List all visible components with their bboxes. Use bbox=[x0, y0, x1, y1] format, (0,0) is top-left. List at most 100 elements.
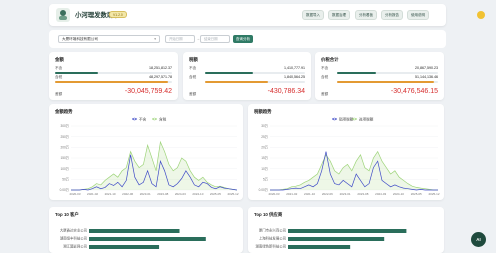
y-tick-label: 30万 bbox=[261, 124, 268, 128]
summary-row-label: 不含 bbox=[321, 66, 329, 70]
nav-user-guide[interactable]: 使用说明 bbox=[407, 10, 429, 20]
app-logo-icon bbox=[56, 8, 70, 22]
net-label: 差额 bbox=[55, 92, 63, 96]
bar[interactable] bbox=[288, 229, 407, 233]
legend-marker bbox=[353, 117, 356, 121]
x-tick-label: 2024-03 bbox=[175, 192, 186, 196]
summary-card-title: 价税合计 bbox=[321, 57, 339, 62]
x-tick-label: 2025-12 bbox=[227, 192, 238, 196]
y-tick-label: 5万 bbox=[263, 178, 268, 182]
summary-card-title: 金额 bbox=[55, 57, 64, 62]
net-label: 差额 bbox=[189, 92, 197, 96]
x-tick-label: 2024-10 bbox=[393, 192, 404, 196]
y-tick-label: 50万 bbox=[62, 178, 69, 182]
x-tick-label: 2021-02 bbox=[286, 192, 297, 196]
progress-track bbox=[337, 81, 438, 83]
summary-card-title: 税额 bbox=[189, 57, 198, 62]
bar-label: 湖南绿色新科技公司 bbox=[255, 244, 286, 249]
progress-fill bbox=[205, 72, 253, 74]
x-tick-label: 2023-08 bbox=[157, 192, 168, 196]
legend-marker bbox=[133, 117, 136, 121]
nav-analysis-board[interactable]: 分析看板 bbox=[355, 10, 377, 20]
x-tick-label: 2023-01 bbox=[340, 192, 351, 196]
chart-legend[interactable]: 不含 含税 bbox=[132, 116, 167, 121]
company-select[interactable]: 大厦环境科技有限公司 ▾ bbox=[58, 35, 160, 43]
chevron-down-icon: ▾ bbox=[154, 37, 156, 41]
bar[interactable] bbox=[288, 245, 351, 249]
x-tick-label: 2023-01 bbox=[140, 192, 151, 196]
bar[interactable] bbox=[89, 229, 180, 233]
tax-trend-chart: 销项税额 进项税额 0.00万 5万 10万 15万 20万 25万 30万 2020-03 202… bbox=[259, 116, 440, 196]
progress-fill bbox=[337, 72, 377, 74]
x-tick-label: 2021-10 bbox=[304, 192, 315, 196]
progress-track bbox=[55, 81, 172, 83]
bar-label: 湖南恒丰科技公司 bbox=[60, 236, 87, 241]
bar[interactable] bbox=[89, 237, 206, 241]
x-tick-label: 2025-05 bbox=[210, 192, 221, 196]
summary-card-amount: 金额 不含 18,251,812.37 含税 48,297,571.78 差额 … bbox=[49, 52, 178, 100]
x-tick-label: 2021-02 bbox=[87, 192, 98, 196]
summary-row-value: 48,297,571.78 bbox=[149, 75, 172, 79]
x-tick-label: 2023-08 bbox=[357, 192, 368, 196]
summary-row-label: 含税 bbox=[55, 75, 63, 79]
filter-bar: 大厦环境科技有限公司 ▾ 开始日期 → 结束日期 查询分析 bbox=[49, 30, 446, 48]
progress-fill bbox=[337, 81, 434, 83]
summary-row-value: 51,144,136.46 bbox=[415, 75, 438, 79]
y-tick-label: 200万 bbox=[60, 146, 69, 150]
summary-row-value: 1,410,777.91 bbox=[284, 66, 305, 70]
amount-trend-chart: 不含 含税 0.00万 50万 100万 150万 200万 250万 300万 2020-03 2… bbox=[60, 116, 239, 196]
settings-icon[interactable] bbox=[477, 11, 485, 19]
x-tick-label: 2020-03 bbox=[268, 192, 279, 196]
y-tick-label: 100万 bbox=[60, 167, 69, 171]
bar-label: 上海科技发展公司 bbox=[259, 236, 286, 241]
bar[interactable] bbox=[288, 237, 385, 241]
y-tick-label: 25万 bbox=[261, 135, 268, 139]
query-button[interactable]: 查询分析 bbox=[233, 35, 253, 43]
bar[interactable] bbox=[89, 245, 160, 249]
top-suppliers-card: Top 10 供应商 厦门市永兴商公司 上海科技发展公司 湖南绿色新科技公司 bbox=[248, 207, 444, 253]
series-line-green-area bbox=[71, 142, 237, 190]
top-suppliers-chart: 厦门市永兴商公司上海科技发展公司湖南绿色新科技公司 bbox=[255, 228, 407, 249]
nav-data-import[interactable]: 数据导入 bbox=[302, 10, 324, 20]
legend-label: 不含 bbox=[139, 116, 147, 121]
legend-marker bbox=[153, 117, 156, 121]
net-label: 差额 bbox=[321, 92, 329, 96]
x-tick-label: 2022-06 bbox=[122, 192, 133, 196]
summary-row-label: 含税 bbox=[189, 75, 197, 79]
amount-trend-card: 金额趋势 不含 含税 0.00万 50万 100万 150万 200万 250万 300万 202… bbox=[49, 104, 243, 200]
start-date-input[interactable]: 开始日期 bbox=[165, 35, 195, 43]
y-tick-label: 0.00万 bbox=[259, 188, 268, 192]
company-select-value: 大厦环境科技有限公司 bbox=[62, 37, 98, 41]
y-tick-label: 150万 bbox=[60, 156, 69, 160]
top-customers-card: Top 10 客户 大厦鑫达实业公司 湖南恒丰科技公司 湘江翼影网公司 bbox=[49, 207, 243, 253]
legend-label: 销项税额 bbox=[339, 116, 354, 121]
y-tick-label: 10万 bbox=[261, 167, 268, 171]
legend-label: 含税 bbox=[159, 116, 167, 121]
x-tick-label: 2024-10 bbox=[192, 192, 203, 196]
y-tick-label: 0.00万 bbox=[60, 188, 69, 192]
nav-data-governance[interactable]: 数据治理 bbox=[328, 10, 350, 20]
progress-track bbox=[205, 72, 305, 74]
net-value: -430,786.34 bbox=[267, 88, 305, 95]
y-tick-label: 15万 bbox=[261, 156, 268, 160]
y-tick-label: 250万 bbox=[60, 135, 69, 139]
summary-row-value: 20,867,590.23 bbox=[415, 66, 438, 70]
legend-marker bbox=[333, 117, 336, 121]
progress-track bbox=[337, 72, 438, 74]
summary-row-label: 不含 bbox=[55, 66, 63, 70]
y-tick-label: 20万 bbox=[261, 146, 268, 150]
summary-row-value: 1,840,564.25 bbox=[284, 75, 305, 79]
chart-legend[interactable]: 销项税额 进项税额 bbox=[332, 116, 374, 121]
app-header: 小河理发数助手 V1.2.0 数据导入 数据治理 分析看板 分析报告 使用说明 bbox=[49, 4, 485, 26]
x-tick-label: 2025-05 bbox=[411, 192, 422, 196]
progress-fill bbox=[55, 81, 169, 83]
end-date-input[interactable]: 结束日期 bbox=[200, 35, 230, 43]
x-tick-label: 2022-06 bbox=[322, 192, 333, 196]
bar-label: 大厦鑫达实业公司 bbox=[60, 228, 87, 233]
version-badge: V1.2.0 bbox=[109, 11, 127, 18]
nav-analysis-report[interactable]: 分析报告 bbox=[381, 10, 403, 20]
summary-card-tax: 税额 不含 1,410,777.91 含税 1,840,564.25 差额 -4… bbox=[183, 52, 311, 100]
ai-assistant-button[interactable]: AI bbox=[471, 232, 486, 247]
summary-card-total: 价税合计 不含 20,867,590.23 含税 51,144,136.46 差… bbox=[315, 52, 444, 100]
net-value: -30,045,759.42 bbox=[124, 88, 172, 95]
